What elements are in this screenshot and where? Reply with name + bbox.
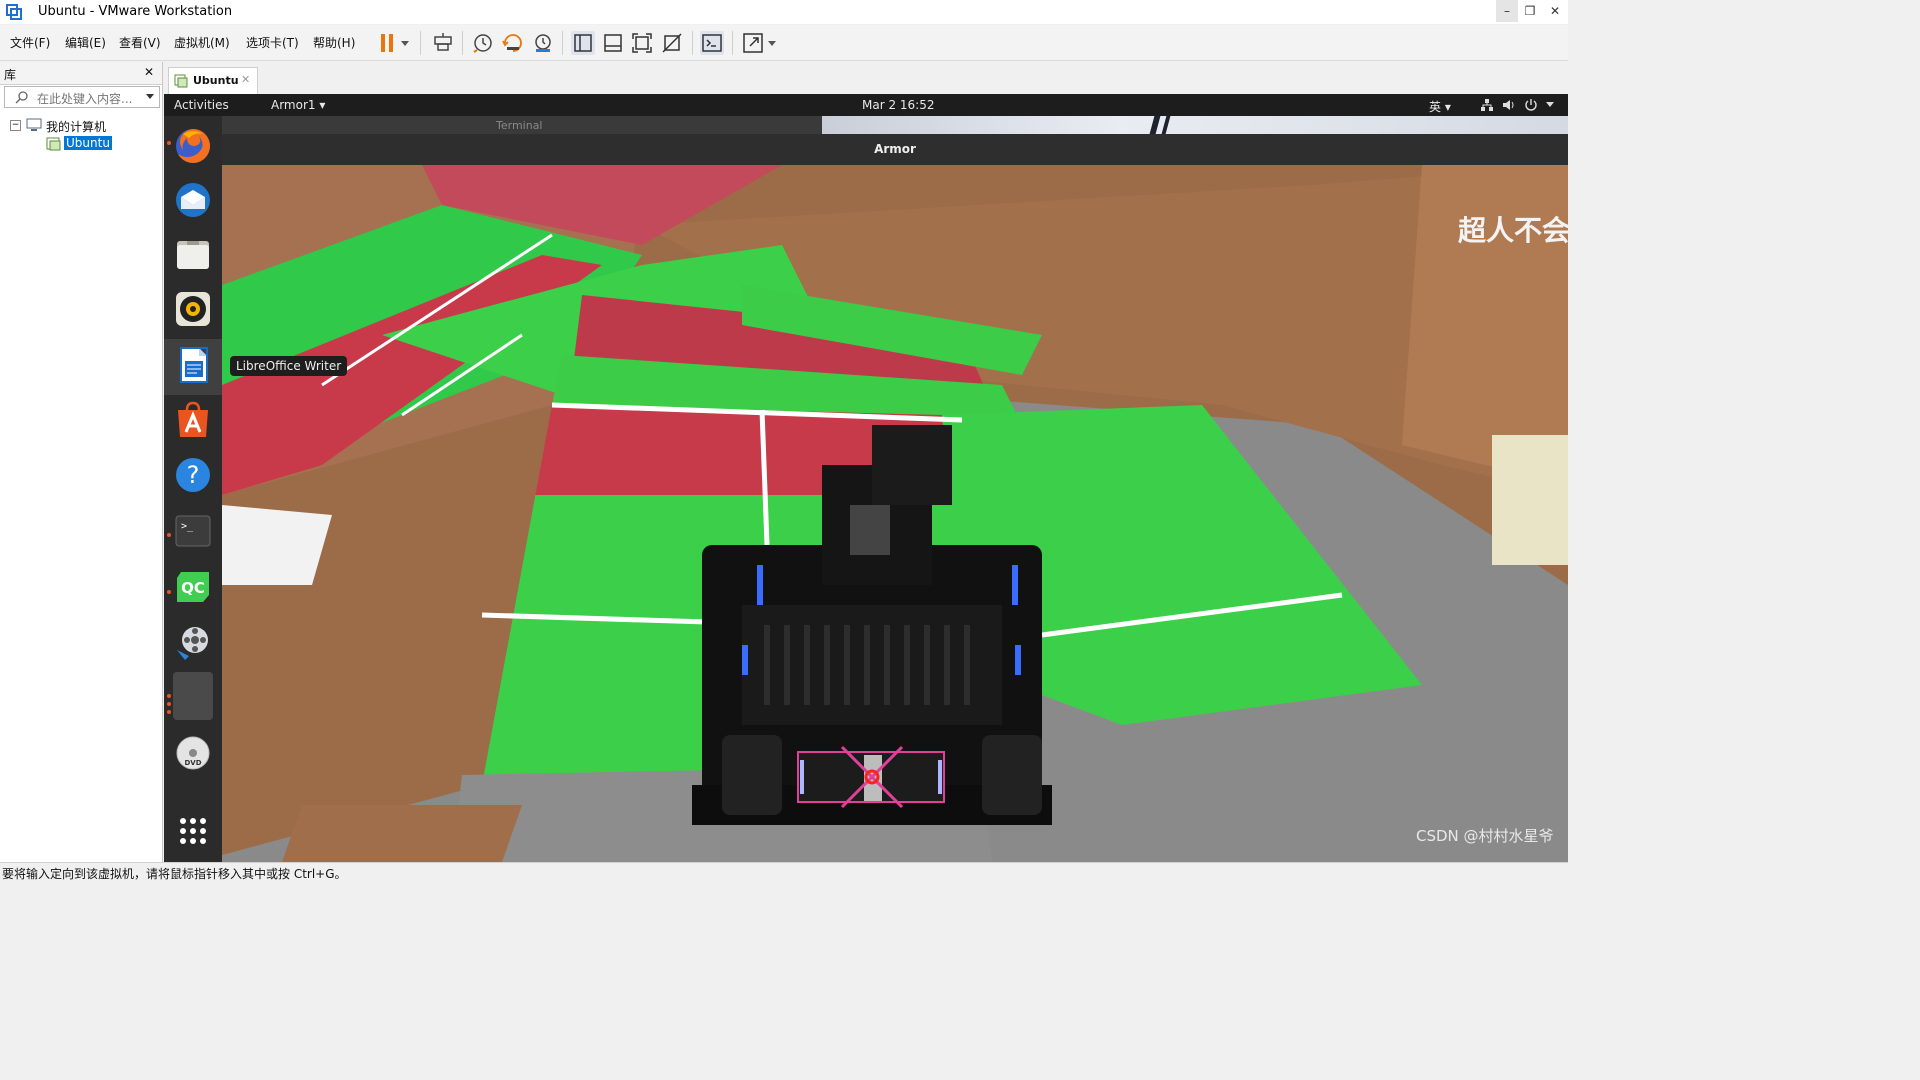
- video-overlay-text: 超人不会: [1458, 214, 1568, 247]
- menu-toolbar: 文件(F) 编辑(E) 查看(V) 虚拟机(M) 选项卡(T) 帮助(H): [0, 25, 1568, 61]
- qc-label: QC: [181, 579, 205, 597]
- watermark: CSDN @村村水星爷: [1416, 827, 1554, 845]
- app-grid-icon[interactable]: [173, 811, 213, 851]
- menu-vm[interactable]: 虚拟机(M): [174, 34, 230, 51]
- dock-tooltip: LibreOffice Writer: [230, 356, 348, 376]
- armor-video-frame: 超人不会 CSDN @村村水星爷: [222, 165, 1568, 862]
- armor-window-title[interactable]: Armor: [222, 134, 1568, 165]
- video-editor-icon[interactable]: [173, 622, 213, 662]
- app-menu[interactable]: Armor1 ▾: [271, 98, 325, 112]
- library-close-button[interactable]: ✕: [144, 65, 154, 79]
- libreoffice-writer-icon[interactable]: [173, 345, 213, 385]
- revert-snapshot-icon[interactable]: [501, 31, 525, 55]
- toolbar-separator: [420, 31, 421, 55]
- window-title: Ubuntu - VMware Workstation: [38, 4, 233, 19]
- svg-text:?: ?: [187, 461, 200, 489]
- library-panel: 库 ✕ 在此处键入内容... − 我的计算机 Ubuntu: [0, 62, 163, 862]
- restore-button[interactable]: ❐: [1519, 0, 1541, 22]
- rhythmbox-icon[interactable]: [173, 289, 213, 329]
- svg-text:DVD: DVD: [184, 759, 201, 767]
- running-indicator: [167, 694, 171, 698]
- running-indicator: [167, 710, 171, 714]
- files-icon[interactable]: [173, 234, 213, 274]
- vm-icon: [46, 137, 61, 151]
- tab-label: Ubuntu: [193, 74, 239, 87]
- menu-view[interactable]: 查看(V): [119, 34, 161, 51]
- snapshot-icon[interactable]: [471, 31, 495, 55]
- tab-close-icon[interactable]: ✕: [241, 73, 250, 86]
- terminal-title: Terminal: [496, 119, 543, 132]
- software-center-icon[interactable]: [173, 400, 213, 440]
- running-indicator: [167, 141, 171, 145]
- vmware-logo-icon: [6, 4, 22, 20]
- toolbar-separator: [462, 31, 463, 55]
- tab-ubuntu[interactable]: Ubuntu ✕: [168, 67, 258, 94]
- toolbar-separator: [562, 31, 563, 55]
- gnome-top-bar: Activities Armor1 ▾ Mar 2 16:52 英 ▾: [164, 94, 1568, 116]
- library-search-input[interactable]: 在此处键入内容...: [4, 86, 160, 108]
- running-indicator: [167, 702, 171, 706]
- fullscreen-icon[interactable]: [630, 31, 654, 55]
- status-bar: 要将输入定向到该虚拟机，请将鼠标指针移入其中或按 Ctrl+G。: [0, 862, 1568, 883]
- dropdown-icon[interactable]: [398, 31, 412, 55]
- volume-icon[interactable]: [1502, 98, 1516, 112]
- search-icon: [15, 91, 28, 104]
- pause-icon[interactable]: [376, 31, 400, 55]
- toolbar-separator: [692, 31, 693, 55]
- menu-edit[interactable]: 编辑(E): [65, 34, 106, 51]
- ubuntu-dock: ? >_ QC DVD: [164, 116, 222, 862]
- vm-tab-icon: [174, 74, 188, 88]
- running-app-icon[interactable]: [173, 672, 213, 720]
- library-title: 库: [4, 68, 17, 82]
- menu-help[interactable]: 帮助(H): [313, 34, 355, 51]
- snapshot-manager-icon[interactable]: [531, 31, 555, 55]
- power-icon[interactable]: [1524, 98, 1538, 112]
- computer-icon: [26, 118, 42, 131]
- status-message: 要将输入定向到该虚拟机，请将鼠标指针移入其中或按 Ctrl+G。: [2, 867, 347, 881]
- tab-strip: [164, 62, 1568, 94]
- menu-file[interactable]: 文件(F): [10, 34, 50, 51]
- window-title-bar: Ubuntu - VMware Workstation – ❐ ✕: [0, 0, 1568, 24]
- library-header: 库 ✕: [0, 62, 162, 85]
- dvd-icon[interactable]: DVD: [173, 733, 213, 773]
- terminal-icon[interactable]: >_: [173, 511, 213, 551]
- chevron-down-icon[interactable]: [145, 93, 155, 101]
- close-button[interactable]: ✕: [1544, 0, 1566, 22]
- help-icon[interactable]: ?: [173, 455, 213, 495]
- qtcreator-icon[interactable]: QC: [173, 567, 213, 607]
- activities-button[interactable]: Activities: [174, 98, 229, 112]
- tree-my-computer[interactable]: 我的计算机: [46, 118, 106, 135]
- minimize-button[interactable]: –: [1496, 0, 1518, 22]
- thunderbird-icon[interactable]: [173, 180, 213, 220]
- toolbar-separator: [732, 31, 733, 55]
- input-method-indicator[interactable]: 英 ▾: [1429, 98, 1451, 115]
- desktop-background: [822, 116, 1568, 134]
- system-menu-chevron-icon[interactable]: [1545, 101, 1555, 109]
- svg-text:>_: >_: [181, 521, 194, 532]
- tree-vm-ubuntu[interactable]: Ubuntu: [64, 136, 112, 150]
- vm-display[interactable]: Activities Armor1 ▾ Mar 2 16:52 英 ▾ Term…: [164, 94, 1568, 862]
- normal-view-icon[interactable]: [571, 31, 595, 55]
- menu-tabs[interactable]: 选项卡(T): [246, 34, 299, 51]
- camera-image: [222, 165, 1568, 862]
- terminal-window-behind[interactable]: Terminal: [222, 116, 822, 134]
- thumbnail-view-icon[interactable]: [601, 31, 625, 55]
- stretch-dropdown-icon[interactable]: [765, 31, 779, 55]
- firefox-icon[interactable]: [173, 126, 213, 166]
- send-keys-icon[interactable]: [431, 31, 455, 55]
- running-indicator: [167, 533, 171, 537]
- clock[interactable]: Mar 2 16:52: [862, 98, 935, 112]
- stretch-icon[interactable]: [741, 31, 765, 55]
- network-icon[interactable]: [1480, 98, 1494, 112]
- search-placeholder: 在此处键入内容...: [37, 92, 133, 106]
- tree-expander[interactable]: −: [10, 120, 21, 131]
- running-indicator: [167, 590, 171, 594]
- console-icon[interactable]: [700, 31, 724, 55]
- unity-icon[interactable]: [660, 31, 684, 55]
